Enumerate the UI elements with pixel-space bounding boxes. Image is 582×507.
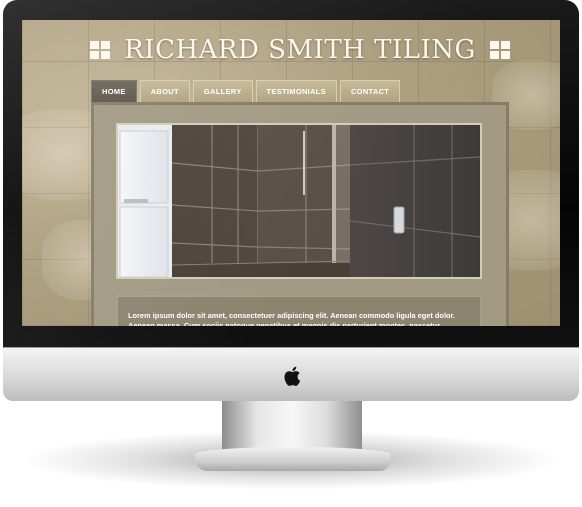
site-header: RICHARD SMITH TILING <box>90 28 510 72</box>
tab-about[interactable]: ABOUT <box>139 80 190 102</box>
monitor-mockup: RICHARD SMITH TILING HOME ABOUT GALLERY … <box>0 0 582 507</box>
tab-gallery[interactable]: GALLERY <box>192 80 253 102</box>
apple-logo-icon <box>284 366 301 386</box>
monitor-stand-base <box>195 447 391 471</box>
window-icon <box>90 41 111 59</box>
website-screen: RICHARD SMITH TILING HOME ABOUT GALLERY … <box>22 20 560 326</box>
bathroom-tiling-photo <box>118 125 480 277</box>
hero-image <box>116 123 482 279</box>
monitor-stand <box>222 400 362 452</box>
site-title: RICHARD SMITH TILING <box>124 35 476 65</box>
window-icon <box>489 41 510 59</box>
main-nav: HOME ABOUT GALLERY TESTIMONIALS CONTACT <box>91 80 401 102</box>
intro-text: Lorem ipsum dolor sit amet, consectetuer… <box>128 311 456 326</box>
content-panel: Lorem ipsum dolor sit amet, consectetuer… <box>91 102 509 326</box>
tab-testimonials[interactable]: TESTIMONIALS <box>255 80 337 102</box>
tab-home[interactable]: HOME <box>91 80 137 102</box>
intro-text-box: Lorem ipsum dolor sit amet, consectetuer… <box>116 295 482 326</box>
tab-contact[interactable]: CONTACT <box>339 80 401 102</box>
